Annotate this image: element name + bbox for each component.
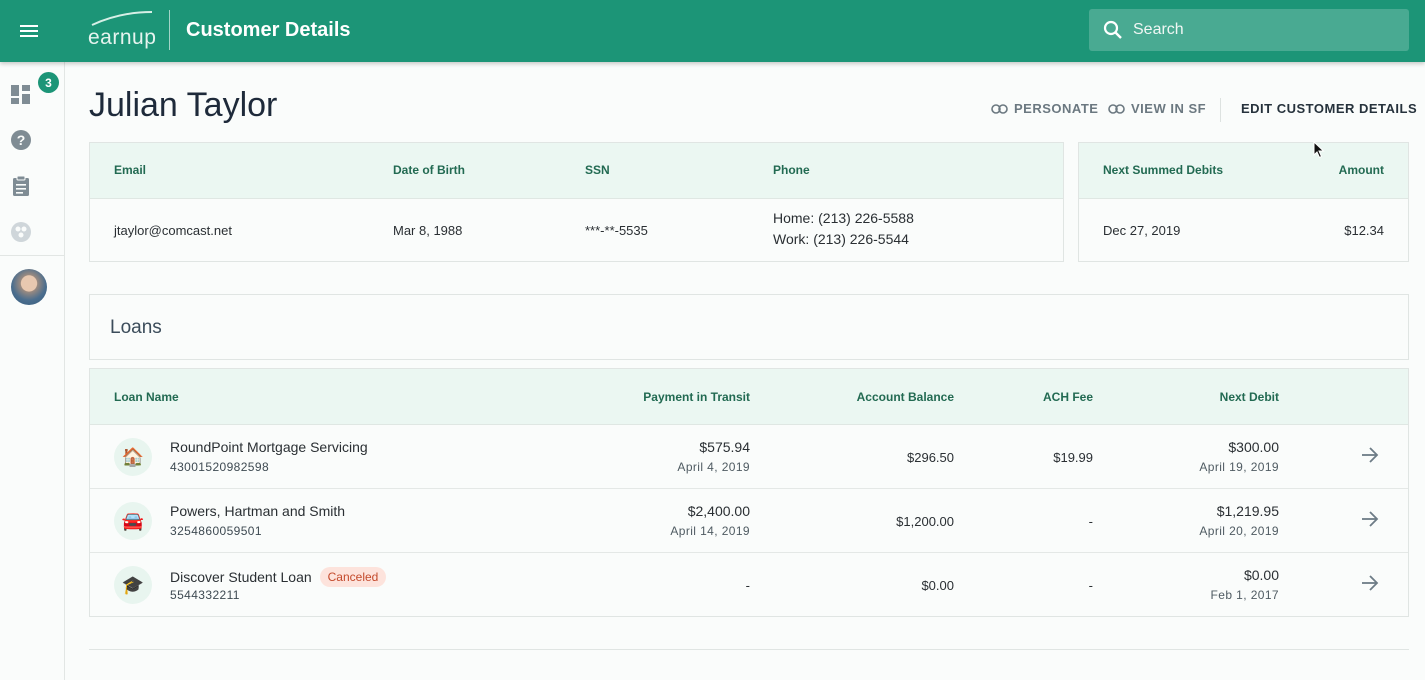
mouse-cursor-icon (1313, 141, 1325, 159)
account-balance: $1,200.00 (896, 514, 954, 529)
loan-number: 5544332211 (170, 588, 240, 602)
user-avatar[interactable] (11, 269, 47, 305)
customer-info-header: Email Date of Birth SSN Phone (90, 143, 1063, 199)
payment-in-transit-amount: $2,400.00 (687, 503, 750, 519)
account-balance-header: Account Balance (856, 390, 954, 404)
menu-button[interactable] (0, 0, 58, 62)
sidebar: 3 ? (0, 62, 65, 680)
loan-name-header: Loan Name (114, 390, 179, 404)
debits-header: Next Summed Debits Amount (1079, 143, 1408, 199)
search-input[interactable] (1133, 21, 1393, 39)
group-icon[interactable] (10, 221, 32, 243)
debit-date: Dec 27, 2019 (1103, 223, 1181, 238)
next-debit-header: Next Debit (1219, 390, 1279, 404)
dashboard-icon[interactable] (10, 84, 32, 106)
loan-row[interactable]: 🎓 Discover Student Loan Canceled 55443322… (90, 553, 1408, 617)
action-divider (1220, 98, 1221, 122)
account-balance: $296.50 (907, 450, 954, 465)
next-debit-date: Feb 1, 2017 (1210, 588, 1279, 602)
dob-header: Date of Birth (393, 163, 465, 177)
sidebar-divider (0, 255, 64, 256)
loan-name: Powers, Hartman and Smith (170, 503, 346, 519)
notification-badge: 3 (38, 72, 59, 93)
next-summed-debits-header: Next Summed Debits (1103, 163, 1224, 177)
ach-fee: - (1088, 514, 1093, 529)
earnup-logo[interactable]: earnup (88, 10, 158, 50)
payment-in-transit-date: April 14, 2019 (670, 524, 750, 538)
arrow-right-icon[interactable] (1360, 445, 1380, 465)
bottom-divider (89, 649, 1409, 650)
search-icon (1103, 20, 1122, 39)
customer-info-card: Email Date of Birth SSN Phone jtaylor@co… (89, 142, 1064, 262)
payment-in-transit-date: April 4, 2019 (677, 460, 750, 474)
ach-fee: - (1088, 578, 1093, 593)
loan-name: RoundPoint Mortgage Servicing (170, 439, 368, 455)
car-icon: 🚘 (114, 502, 152, 540)
loans-title: Loans (110, 317, 162, 338)
svg-text:?: ? (17, 132, 26, 148)
link-icon (991, 103, 1008, 114)
loan-row[interactable]: 🏠 RoundPoint Mortgage Servicing 43001520… (90, 425, 1408, 489)
logo-swoosh-icon (91, 11, 153, 26)
dob-value: Mar 8, 1988 (393, 223, 463, 238)
debit-amount: $12.34 (1344, 223, 1384, 238)
account-balance: $0.00 (921, 578, 954, 593)
phone-value: Home: (213) 226-5588 Work: (213) 226-554… (773, 208, 914, 250)
ach-fee: $19.99 (1053, 450, 1093, 465)
edit-customer-details-button[interactable]: EDIT CUSTOMER DETAILS (1241, 101, 1417, 116)
arrow-right-icon[interactable] (1360, 509, 1380, 529)
next-debit-date: April 20, 2019 (1199, 524, 1279, 538)
search-box[interactable] (1089, 9, 1409, 51)
personate-label: PERSONATE (1014, 101, 1099, 116)
loans-table-header: Loan Name Payment in Transit Account Bal… (90, 369, 1408, 425)
payment-in-transit-amount: - (745, 578, 750, 593)
ssn-header: SSN (585, 163, 610, 177)
loan-number: 43001520982598 (170, 460, 270, 474)
payment-in-transit-amount: $575.94 (699, 439, 750, 455)
payment-in-transit-header: Payment in Transit (643, 390, 750, 404)
loan-name-text: Discover Student Loan (170, 569, 312, 585)
ssn-value: ***-**-5535 (585, 223, 648, 238)
hamburger-icon (20, 25, 38, 37)
arrow-right-icon[interactable] (1360, 573, 1380, 593)
top-divider (169, 10, 170, 50)
top-app-bar: earnup Customer Details (0, 0, 1425, 62)
view-in-sf-link[interactable]: VIEW IN SF (1108, 101, 1206, 116)
phone-home: Home: (213) 226-5588 (773, 210, 914, 226)
email-value: jtaylor@comcast.net (114, 223, 232, 238)
loans-table: Loan Name Payment in Transit Account Bal… (89, 368, 1409, 617)
logo-text: earnup (88, 26, 157, 49)
clipboard-icon[interactable] (10, 175, 32, 197)
email-header: Email (114, 163, 147, 177)
amount-header: Amount (1338, 163, 1384, 177)
personate-link[interactable]: PERSONATE (991, 101, 1098, 116)
loan-number: 3254860059501 (170, 524, 262, 538)
phone-work: Work: (213) 226-5544 (773, 231, 909, 247)
loan-name: Discover Student Loan Canceled (170, 567, 387, 587)
loan-row[interactable]: 🚘 Powers, Hartman and Smith 325486005950… (90, 489, 1408, 553)
status-badge: Canceled (319, 567, 387, 587)
next-debit-amount: $0.00 (1243, 567, 1279, 583)
loans-section-card (89, 294, 1409, 360)
page-title: Customer Details (186, 19, 351, 41)
view-in-sf-label: VIEW IN SF (1131, 101, 1207, 116)
debits-card: Next Summed Debits Amount Dec 27, 2019 $… (1078, 142, 1409, 262)
next-debit-date: April 19, 2019 (1199, 460, 1279, 474)
house-icon: 🏠 (114, 438, 152, 476)
ach-fee-header: ACH Fee (1042, 390, 1093, 404)
next-debit-amount: $1,219.95 (1216, 503, 1279, 519)
customer-name: Julian Taylor (89, 86, 278, 124)
help-icon[interactable]: ? (10, 129, 32, 151)
next-debit-amount: $300.00 (1228, 439, 1279, 455)
graduation-cap-icon: 🎓 (114, 566, 152, 604)
phone-header: Phone (773, 163, 810, 177)
link-icon (1108, 103, 1125, 114)
